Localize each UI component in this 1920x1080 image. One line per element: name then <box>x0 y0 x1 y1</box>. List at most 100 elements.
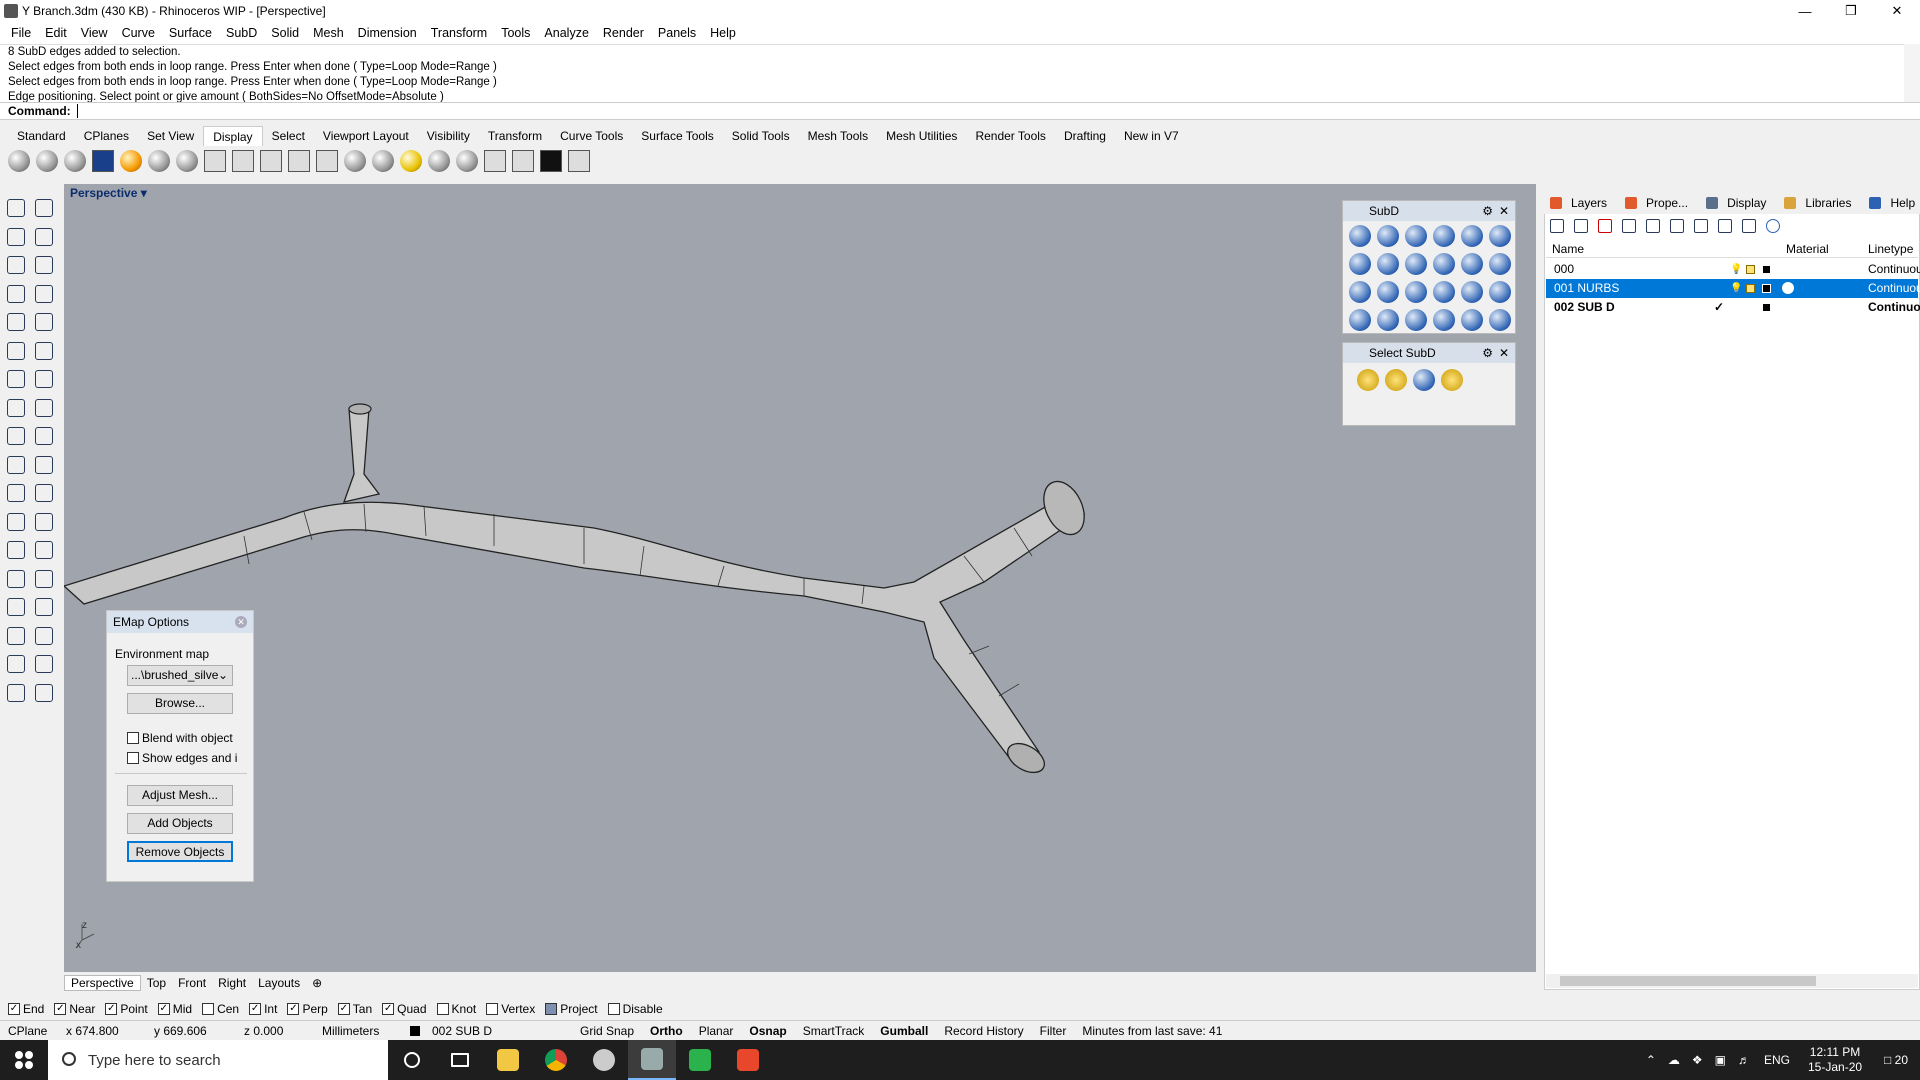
loft-icon[interactable] <box>32 339 54 361</box>
subd-box-icon[interactable] <box>1349 225 1371 247</box>
menu-transform[interactable]: Transform <box>424 26 495 40</box>
point-icon[interactable] <box>32 196 54 218</box>
cplane-label[interactable]: CPlane <box>0 1024 58 1038</box>
emap-icon[interactable] <box>316 150 338 172</box>
taskbar-search[interactable]: Type here to search <box>48 1040 388 1080</box>
panel-tab-display[interactable]: Display <box>1700 196 1778 210</box>
box-icon[interactable] <box>568 150 590 172</box>
osnap-checkbox[interactable]: ✓ <box>54 1003 67 1015</box>
rectangle-icon[interactable] <box>4 282 26 304</box>
network-icon[interactable]: ▣ <box>1709 1053 1732 1067</box>
tab-mesh-tools[interactable]: Mesh Tools <box>799 126 877 146</box>
subd-weld-icon[interactable] <box>1405 309 1427 331</box>
command-line[interactable]: Command: <box>0 102 1920 120</box>
transform-icon[interactable] <box>32 567 54 589</box>
menu-edit[interactable]: Edit <box>38 26 74 40</box>
menu-subd[interactable]: SubD <box>219 26 264 40</box>
layer-row[interactable]: 002 SUB D ✓ Continuou <box>1546 298 1920 317</box>
menu-file[interactable]: File <box>4 26 38 40</box>
tab-cplanes[interactable]: CPlanes <box>75 126 138 146</box>
arctic-icon[interactable] <box>232 150 254 172</box>
toggle-ortho[interactable]: Ortho <box>642 1024 691 1038</box>
align-icon[interactable] <box>32 624 54 646</box>
osnap-vertex[interactable]: Vertex <box>486 1002 535 1016</box>
subd-crease-icon[interactable] <box>1349 281 1371 303</box>
filter-icon[interactable] <box>1694 219 1708 233</box>
osnap-project[interactable]: Project <box>545 1002 598 1016</box>
subd-insert-icon[interactable] <box>1461 309 1483 331</box>
viewport-tab-layouts[interactable]: Layouts <box>252 976 306 990</box>
select-subd-vertices-icon[interactable] <box>1413 369 1435 391</box>
menu-help[interactable]: Help <box>703 26 743 40</box>
layer-color-swatch[interactable] <box>1762 265 1771 274</box>
select-subd-panel-header[interactable]: Select SubD ⚙ ✕ <box>1343 343 1515 363</box>
material-column[interactable]: Material <box>1786 240 1829 258</box>
lock-icon[interactable] <box>1746 284 1755 293</box>
tab-drafting[interactable]: Drafting <box>1055 126 1115 146</box>
menu-surface[interactable]: Surface <box>162 26 219 40</box>
app-icon[interactable] <box>580 1040 628 1080</box>
tab-standard[interactable]: Standard <box>8 126 75 146</box>
chevron-up-icon[interactable]: ⌃ <box>1640 1053 1662 1067</box>
perspective-viewport[interactable] <box>64 184 1536 972</box>
chevron-down-icon[interactable]: ▾ <box>141 186 147 200</box>
subd-cube-icon[interactable] <box>1405 253 1427 275</box>
start-button[interactable] <box>0 1040 48 1080</box>
wireframe-icon[interactable] <box>8 150 30 172</box>
zebra-icon[interactable] <box>428 150 450 172</box>
osnap-checkbox[interactable]: ✓ <box>8 1003 20 1015</box>
boolean-icon[interactable] <box>32 367 54 389</box>
remove-objects-button[interactable]: Remove Objects <box>127 841 233 862</box>
light-icon[interactable] <box>400 150 422 172</box>
linetype-column[interactable]: Linetype <box>1868 240 1913 258</box>
volume-icon[interactable]: ♬ <box>1732 1053 1756 1067</box>
surface-icon[interactable] <box>4 339 26 361</box>
raytraced-icon[interactable] <box>288 150 310 172</box>
tab-render-tools[interactable]: Render Tools <box>966 126 1055 146</box>
menu-curve[interactable]: Curve <box>115 26 162 40</box>
circle-icon[interactable] <box>4 253 26 275</box>
select-subd-edges-icon[interactable] <box>1357 369 1379 391</box>
subd-rebuild-icon[interactable] <box>1433 309 1455 331</box>
camtasia-icon[interactable] <box>676 1040 724 1080</box>
arc-icon[interactable] <box>32 253 54 275</box>
check-icon[interactable] <box>32 652 54 674</box>
text-icon[interactable] <box>4 538 26 560</box>
blend-icon[interactable] <box>32 510 54 532</box>
onedrive-icon[interactable]: ☁ <box>1662 1053 1686 1067</box>
osnap-perp[interactable]: ✓ Perp <box>287 1002 328 1016</box>
osnap-point[interactable]: ✓ Point <box>105 1002 148 1016</box>
polyline-icon[interactable] <box>4 225 26 247</box>
subd-pipe-icon[interactable] <box>1461 281 1483 303</box>
subd-cylinder-icon[interactable] <box>1461 225 1483 247</box>
plane-icon[interactable] <box>32 396 54 418</box>
toggle-gumball[interactable]: Gumball <box>872 1024 936 1038</box>
monochrome-icon[interactable] <box>260 150 282 172</box>
toggle-record-history[interactable]: Record History <box>936 1024 1031 1038</box>
osnap-checkbox[interactable]: ✓ <box>157 1003 170 1015</box>
osnap-checkbox[interactable] <box>545 1003 558 1015</box>
pen-icon[interactable] <box>204 150 226 172</box>
box-icon[interactable] <box>4 367 26 389</box>
menu-view[interactable]: View <box>74 26 115 40</box>
current-layer[interactable]: 002 SUB D <box>402 1024 572 1038</box>
subd-sphere-icon[interactable] <box>1433 225 1455 247</box>
rendered-icon[interactable] <box>64 150 86 172</box>
tab-set-view[interactable]: Set View <box>138 126 203 146</box>
chrome-icon[interactable] <box>532 1040 580 1080</box>
command-input[interactable] <box>77 104 82 118</box>
tab-mesh-utilities[interactable]: Mesh Utilities <box>877 126 966 146</box>
toggle-filter[interactable]: Filter <box>1032 1024 1075 1038</box>
subd-cone-icon[interactable] <box>1405 225 1427 247</box>
close-icon[interactable]: ✕ <box>235 616 247 628</box>
viewport-tab-right[interactable]: Right <box>212 976 252 990</box>
menu-panels[interactable]: Panels <box>651 26 703 40</box>
tab-select[interactable]: Select <box>263 126 314 146</box>
subd-join-icon[interactable] <box>1405 281 1427 303</box>
osnap-checkbox[interactable] <box>436 1003 449 1015</box>
move-down-icon[interactable] <box>1646 219 1660 233</box>
curve-icon[interactable] <box>32 225 54 247</box>
select-subd-faces-icon[interactable] <box>1385 369 1407 391</box>
render-icon[interactable] <box>4 681 26 703</box>
task-view-icon[interactable] <box>436 1040 484 1080</box>
